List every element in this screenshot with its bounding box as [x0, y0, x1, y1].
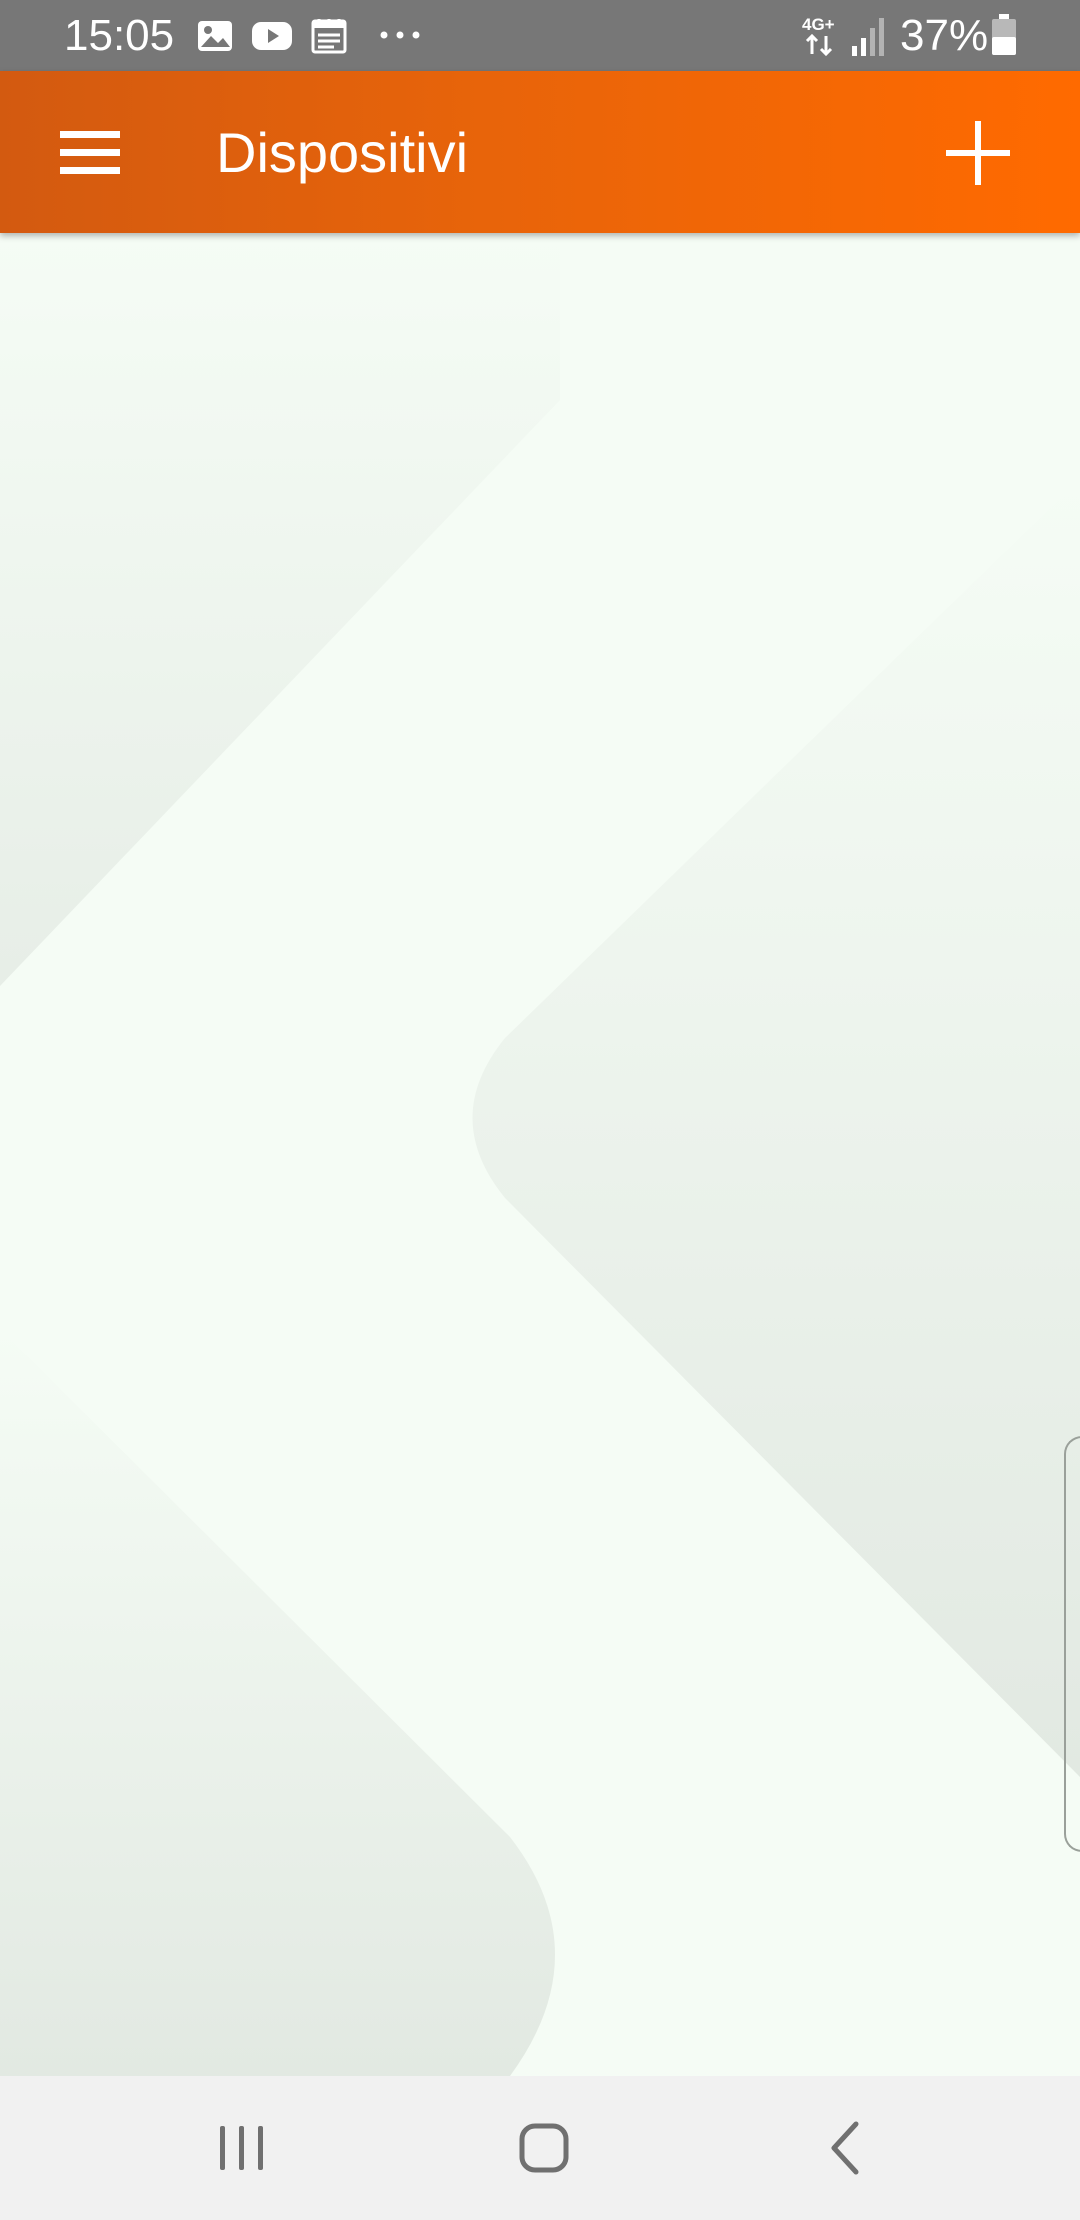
- home-icon: [484, 2123, 604, 2200]
- youtube-icon: [250, 17, 294, 60]
- network-label: 4G+: [802, 15, 835, 34]
- edge-panel-handle[interactable]: [1064, 1436, 1080, 1852]
- battery-percent: 37%: [900, 11, 989, 60]
- menu-button[interactable]: [40, 111, 140, 195]
- status-time: 15:05: [64, 11, 175, 60]
- decorative-background: [0, 233, 1080, 2076]
- devices-content-area: [0, 233, 1080, 2076]
- calendar-icon: [310, 17, 348, 60]
- page-title: Dispositivi: [216, 121, 469, 184]
- recent-apps-icon: [182, 2126, 302, 2200]
- back-icon: [786, 2121, 906, 2200]
- back-button[interactable]: [786, 2100, 906, 2196]
- add-device-button[interactable]: [926, 107, 1030, 199]
- plus-icon: [926, 121, 1030, 203]
- app-bar: Dispositivi: [0, 71, 1080, 233]
- recent-apps-button[interactable]: [182, 2100, 302, 2196]
- status-bar: 15:05 4G+ 37%: [0, 0, 1080, 71]
- more-dots-icon: [378, 28, 422, 46]
- gallery-icon: [196, 17, 234, 60]
- signal-icon: [850, 14, 888, 61]
- hamburger-menu-icon: [40, 131, 140, 199]
- home-button[interactable]: [484, 2100, 604, 2196]
- network-4g-icon: 4G+: [800, 14, 844, 63]
- battery-icon: [990, 14, 1018, 61]
- navigation-bar: [0, 2076, 1080, 2220]
